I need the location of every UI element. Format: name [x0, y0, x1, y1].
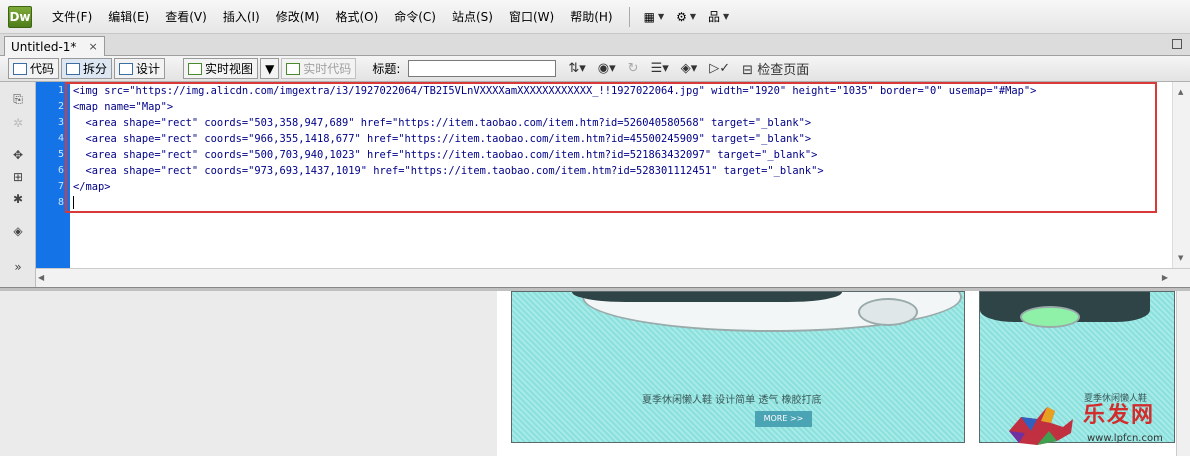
design-view-label: 设计 — [136, 62, 161, 76]
dreamweaver-logo-icon: Dw — [8, 5, 32, 28]
menu-separator — [628, 6, 630, 27]
scroll-left-icon[interactable]: ◀ — [38, 273, 44, 282]
menu-modify[interactable]: 修改(M) — [268, 6, 328, 28]
balance-braces-icon[interactable]: ✱ — [11, 192, 25, 206]
extensions-menu-button[interactable]: ⚙ ▼ — [670, 10, 702, 24]
cat-logo-icon — [1009, 407, 1073, 445]
check-page-label: 检查页面 — [757, 63, 810, 78]
design-icon — [119, 62, 134, 75]
menu-window[interactable]: 窗口(W) — [501, 6, 562, 28]
menu-file[interactable]: 文件(F) — [44, 6, 100, 28]
live-code-button[interactable]: 实时代码 — [281, 58, 357, 79]
live-view-icon — [188, 62, 203, 75]
more-button[interactable]: MORE >> — [755, 411, 812, 427]
split-view-label: 拆分 — [83, 62, 108, 76]
layout-icon: ▦ — [643, 9, 655, 24]
menu-help[interactable]: 帮助(H) — [562, 6, 620, 28]
chevron-down-icon: ▼ — [657, 12, 665, 21]
document-tab[interactable]: Untitled-1* × — [4, 36, 105, 56]
shoe-upper-graphic — [572, 292, 842, 302]
code-icon — [13, 62, 27, 75]
product-caption: 夏季休闲懒人鞋 设计简单 透气 橡胶打底 — [642, 395, 822, 406]
document-tab-title: Untitled-1* — [11, 39, 77, 54]
text-cursor — [73, 196, 74, 209]
check-page-button[interactable]: ⊟ 检查页面 — [742, 59, 809, 78]
code-horizontal-scrollbar[interactable]: ◀ ▶ — [36, 268, 1190, 287]
coding-toolbar: ⎘ ✲ ✥ ⊞ ✱ ◈ » — [0, 82, 36, 287]
shoe-sole-graphic — [1020, 306, 1080, 328]
menu-view[interactable]: 查看(V) — [157, 6, 215, 28]
check-page-icon: ⊟ — [742, 63, 758, 78]
chevron-down-icon: ▼ — [723, 12, 730, 21]
menu-edit[interactable]: 编辑(E) — [100, 6, 157, 28]
restore-window-icon[interactable] — [1172, 39, 1182, 49]
line-number: 5 — [57, 149, 64, 160]
view-options-icon[interactable]: ☰▾ — [651, 61, 669, 76]
product-image-1[interactable]: 夏季休闲懒人鞋 设计简单 透气 橡胶打底 MORE >> — [511, 291, 965, 443]
collapse-tag-icon[interactable]: ✲ — [11, 116, 25, 130]
highlight-box — [65, 82, 1157, 213]
layout-menu-button[interactable]: ▦ ▼ — [638, 10, 671, 24]
close-icon[interactable]: × — [88, 40, 97, 53]
file-management-icon[interactable]: ⇅▾ — [568, 61, 585, 76]
refresh-icon[interactable]: ↻ — [628, 61, 639, 76]
scroll-right-icon[interactable]: ▶ — [1162, 273, 1168, 282]
open-documents-icon[interactable]: ⎘ — [11, 92, 25, 107]
live-view-button[interactable]: 实时视图 — [183, 58, 259, 79]
scroll-down-icon[interactable]: ▼ — [1178, 254, 1183, 262]
live-code-label: 实时代码 — [303, 62, 352, 76]
menu-format[interactable]: 格式(O) — [327, 6, 386, 28]
line-number: 7 — [57, 181, 64, 192]
line-numbers-icon[interactable]: ◈ — [11, 224, 25, 238]
design-view-button[interactable]: 设计 — [114, 58, 166, 79]
code-view-button[interactable]: 代码 — [8, 58, 60, 79]
select-parent-tag-icon[interactable]: ⊞ — [11, 170, 25, 184]
watermark-brand: 乐发网 — [1083, 402, 1156, 428]
line-number: 4 — [57, 133, 64, 144]
preview-browser-icon[interactable]: ◉▾ — [598, 61, 616, 76]
menu-commands[interactable]: 命令(C) — [386, 6, 444, 28]
line-number: 3 — [57, 117, 64, 128]
expand-all-icon[interactable]: ✥ — [11, 148, 25, 162]
document-tab-bar: Untitled-1* × — [0, 34, 1190, 56]
menu-insert[interactable]: 插入(I) — [215, 6, 268, 28]
title-label: 标题: — [372, 62, 401, 76]
live-view-dropdown[interactable]: ▼ — [260, 58, 280, 79]
line-number: 8 — [57, 197, 64, 208]
gear-icon: ⚙ — [676, 9, 687, 24]
chevron-down-icon: ▼ — [265, 61, 275, 76]
watermark-url: www.lpfcn.com — [1087, 433, 1163, 444]
split-view-button[interactable]: 拆分 — [61, 58, 113, 79]
code-view-label: 代码 — [30, 62, 55, 76]
live-view-label: 实时视图 — [205, 62, 254, 76]
menu-site[interactable]: 站点(S) — [444, 6, 501, 28]
split-icon — [66, 62, 81, 75]
line-number: 2 — [57, 101, 64, 112]
line-number: 6 — [57, 165, 64, 176]
chevron-down-icon: ▼ — [689, 12, 697, 21]
code-vertical-scrollbar[interactable]: ▲ ▼ — [1172, 82, 1190, 268]
live-code-icon — [286, 62, 301, 75]
validate-markup-icon[interactable]: ▷✓ — [709, 61, 730, 76]
document-toolbar: 代码 拆分 设计 实时视图 ▼ 实时代码 标题: ⇅▾ ◉▾ ↻ ☰▾ ◈▾ ▷… — [0, 56, 1190, 82]
visual-aids-icon[interactable]: ◈▾ — [681, 61, 698, 76]
site-icon: 品 — [708, 10, 721, 24]
code-view: ⎘ ✲ ✥ ⊞ ✱ ◈ » 1 2 3 4 5 6 7 8 <img src="… — [0, 82, 1190, 287]
site-menu-button[interactable]: 品 ▼ — [702, 8, 735, 25]
menu-bar: Dw 文件(F) 编辑(E) 查看(V) 插入(I) 修改(M) 格式(O) 命… — [0, 0, 1190, 34]
shoe-heel-graphic — [858, 298, 918, 326]
watermark-logo: 乐发网 www.lpfcn.com — [1003, 395, 1183, 453]
title-input[interactable] — [408, 60, 557, 77]
more-tools-icon[interactable]: » — [11, 260, 25, 274]
line-number: 1 — [57, 85, 64, 96]
scroll-up-icon[interactable]: ▲ — [1178, 88, 1183, 96]
